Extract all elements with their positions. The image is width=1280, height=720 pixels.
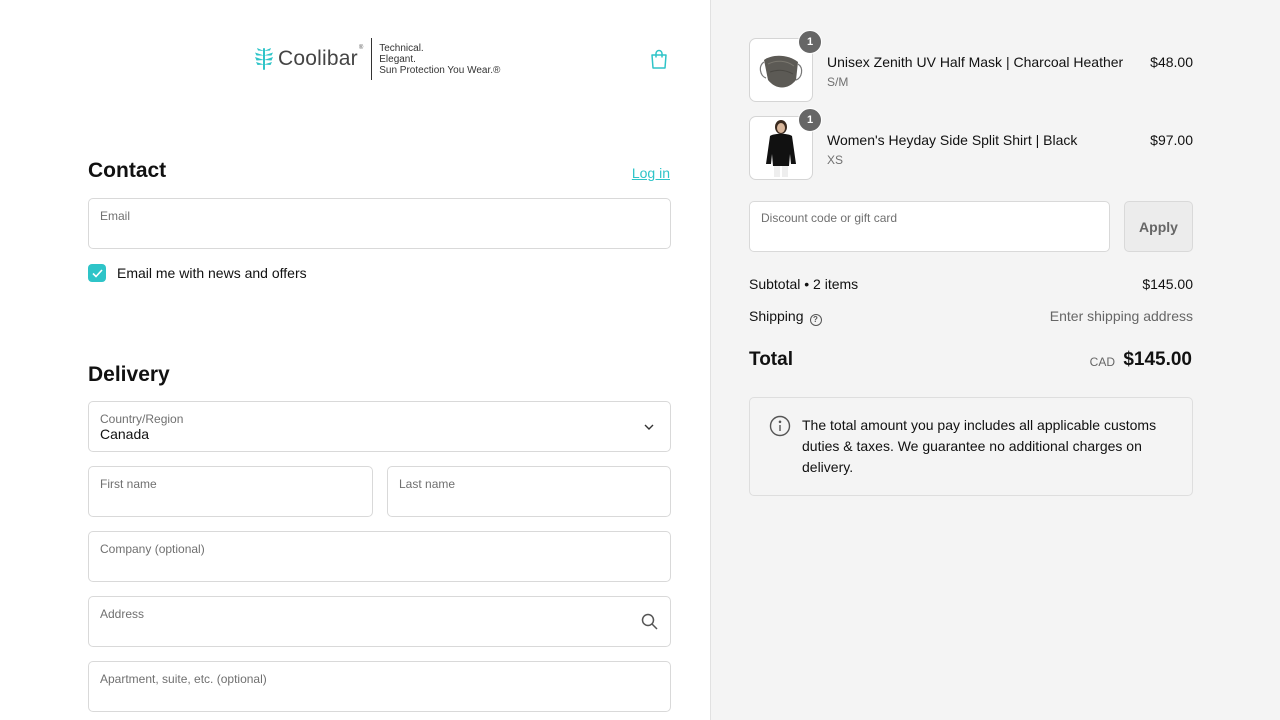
black-shirt-image [758,118,804,179]
subtotal-label: Subtotal • 2 items [749,276,859,292]
coolibar-logo[interactable]: Coolibar ® Technical. Elegant. Sun Prote… [254,36,500,82]
country-value: Canada [100,426,150,442]
total-amount: $145.00 [1123,349,1192,370]
discount-label: Discount code or gift card [761,211,898,225]
shipping-row: Shipping? Enter shipping address [749,308,1193,326]
search-icon[interactable] [640,613,658,631]
help-icon[interactable]: ? [809,313,822,326]
last-name-label: Last name [399,477,456,491]
email-label: Email [100,209,131,223]
first-name-field[interactable]: First name [88,466,373,517]
order-summary-panel: 1 Unisex Zenith UV Half Mask | Charcoal … [710,0,1280,720]
brand-reg-mark: ® [358,45,364,51]
chevron-down-icon [640,418,658,436]
apartment-field[interactable]: Apartment, suite, etc. (optional) [88,661,671,712]
shipping-value: Enter shipping address [1049,308,1193,324]
country-label: Country/Region [100,412,184,426]
subtotal-row: Subtotal • 2 items $145.00 [749,276,1193,292]
country-select[interactable]: Country/Region Canada [88,401,671,452]
customs-notice: The total amount you pay includes all ap… [749,397,1193,496]
total-currency: CAD [1089,355,1115,369]
shipping-label: Shipping [749,308,804,324]
customs-notice-text: The total amount you pay includes all ap… [802,417,1157,475]
newsletter-label: Email me with news and offers [117,265,307,281]
email-field[interactable]: Email [88,198,671,249]
subtotal-value: $145.00 [1142,276,1193,292]
item-name: Unisex Zenith UV Half Mask | Charcoal He… [827,54,1124,70]
product-thumbnail: 1 [749,108,822,180]
tagline-line-3: Sun Protection You Wear.® [379,64,501,76]
log-in-link[interactable]: Log in [632,165,670,181]
item-variant: XS [827,153,844,167]
half-mask-image [758,40,804,101]
quantity-badge: 1 [798,30,822,54]
checkmark-icon [91,268,103,278]
newsletter-option[interactable]: Email me with news and offers [88,264,307,282]
address-label: Address [100,607,145,621]
company-field[interactable]: Company (optional) [88,531,671,582]
address-field[interactable]: Address [88,596,671,647]
total-label: Total [749,349,793,370]
quantity-badge: 1 [798,108,822,132]
brand-name: Coolibar [278,47,358,70]
item-name: Women's Heyday Side Split Shirt | Black [827,132,1078,148]
contact-heading: Contact [88,159,167,182]
tagline-line-1: Technical. [379,42,424,54]
tagline-line-2: Elegant. [379,53,416,65]
coolibar-logo-icon [255,48,273,70]
logo-divider [371,38,373,80]
product-thumbnail: 1 [749,30,822,102]
brand-tagline: Technical. Elegant. Sun Protection You W… [379,43,500,76]
discount-code-input[interactable]: Discount code or gift card [749,201,1110,252]
checkout-form-panel: Coolibar ® Technical. Elegant. Sun Prote… [0,0,710,720]
apply-discount-button[interactable]: Apply [1124,201,1193,252]
cart-item: 1 Women's Heyday Side Split Shirt | Blac… [749,108,1193,180]
item-variant: S/M [827,75,849,89]
shopping-bag-icon[interactable] [648,48,670,70]
first-name-label: First name [100,477,157,491]
cart-item: 1 Unisex Zenith UV Half Mask | Charcoal … [749,30,1193,102]
info-icon [769,415,791,437]
newsletter-checkbox[interactable] [88,264,106,282]
item-price: $48.00 [1150,54,1193,70]
apartment-label: Apartment, suite, etc. (optional) [100,672,267,686]
last-name-field[interactable]: Last name [387,466,671,517]
delivery-heading: Delivery [88,363,170,386]
company-label: Company (optional) [100,542,205,556]
item-price: $97.00 [1150,132,1193,148]
